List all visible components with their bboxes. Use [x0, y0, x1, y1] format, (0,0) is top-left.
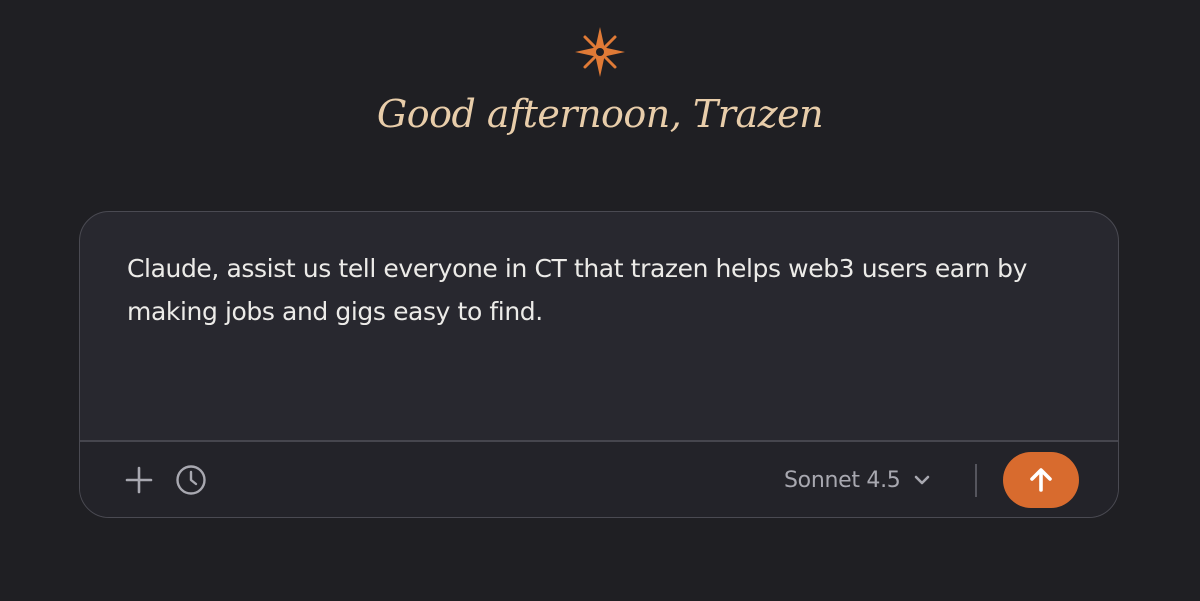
toolbar-separator: [975, 464, 977, 497]
composer-toolbar: Sonnet 4.5: [80, 442, 1118, 517]
model-selector[interactable]: Sonnet 4.5: [784, 463, 930, 497]
prompt-input[interactable]: Claude, assist us tell everyone in CT th…: [127, 247, 1067, 333]
chat-composer: Claude, assist us tell everyone in CT th…: [79, 211, 1119, 518]
clock-icon: [176, 465, 206, 495]
plus-icon: [125, 466, 153, 494]
model-label: Sonnet 4.5: [784, 467, 901, 493]
greeting-title: Good afternoon, Trazen: [376, 92, 824, 136]
history-button[interactable]: [173, 462, 209, 498]
send-button[interactable]: [1003, 452, 1079, 508]
add-attachment-button[interactable]: [121, 462, 157, 498]
claude-logo-icon: [571, 23, 629, 81]
arrow-up-icon: [1030, 468, 1052, 492]
chevron-down-icon: [914, 474, 930, 486]
